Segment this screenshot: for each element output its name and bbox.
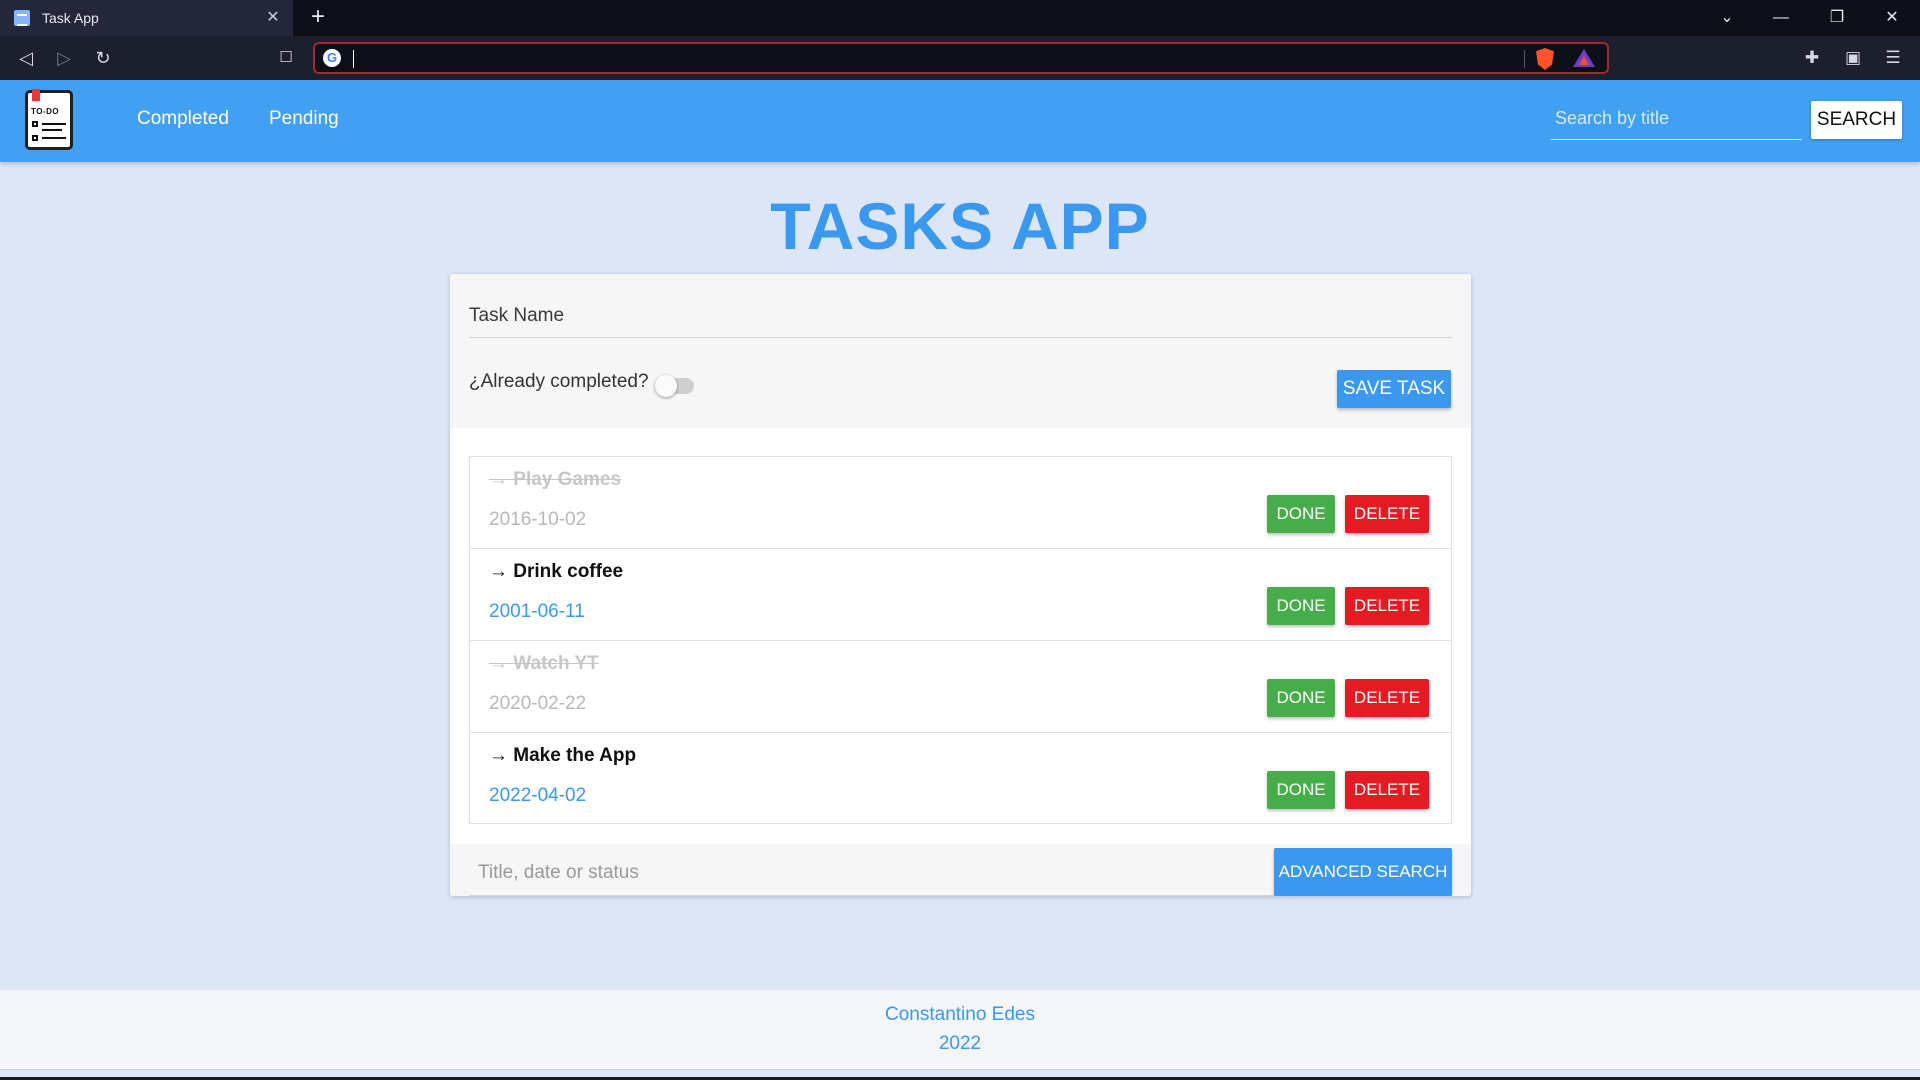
task-item: → Watch YT 2020-02-22 DONE DELETE xyxy=(470,641,1451,733)
tab-search-dropdown-icon[interactable]: ⌄ xyxy=(1713,4,1741,32)
extensions-icon[interactable]: ✚ xyxy=(1798,44,1826,72)
done-button[interactable]: DONE xyxy=(1267,495,1335,533)
tab-title: Task App xyxy=(42,10,99,26)
tab-strip: Task App ✕ + ⌄ — ❐ ✕ xyxy=(0,0,1920,36)
google-icon: G xyxy=(323,49,341,67)
task-title: → Make the App xyxy=(489,745,637,766)
task-title: → Watch YT xyxy=(489,653,599,674)
footer-author: Constantino Edes xyxy=(885,1004,1035,1025)
task-date: 2022-04-02 xyxy=(489,785,587,806)
browser-tab[interactable]: Task App ✕ xyxy=(0,0,293,36)
todo-logo-icon[interactable]: TO-DO xyxy=(25,89,73,150)
task-title: → Drink coffee xyxy=(489,561,624,582)
address-bar[interactable]: G xyxy=(313,42,1609,74)
page-viewport: TO-DO Completed Pending SEARCH TASKS APP… xyxy=(0,80,1920,1080)
task-list: → Play Games 2016-10-02 DONE DELETE → Dr… xyxy=(469,456,1452,824)
advanced-search-input[interactable] xyxy=(469,850,1285,895)
new-tab-icon[interactable]: + xyxy=(306,5,330,30)
done-button[interactable]: DONE xyxy=(1267,771,1335,809)
done-button[interactable]: DONE xyxy=(1267,587,1335,625)
already-completed-label: ¿Already completed? xyxy=(469,371,649,392)
nav-search-button[interactable]: SEARCH xyxy=(1811,101,1902,139)
nav-link-completed[interactable]: Completed xyxy=(137,108,229,130)
brave-rewards-icon[interactable] xyxy=(1573,49,1595,67)
page-footer: Constantino Edes 2022 xyxy=(0,990,1920,1070)
delete-button[interactable]: DELETE xyxy=(1345,771,1429,809)
task-name-field xyxy=(469,294,1452,338)
reload-icon[interactable]: ↻ xyxy=(89,44,117,72)
new-task-form: ¿Already completed? SAVE TASK xyxy=(450,274,1471,428)
task-date: 2020-02-22 xyxy=(489,693,587,714)
tab-close-icon[interactable]: ✕ xyxy=(263,8,283,28)
footer-year: 2022 xyxy=(938,1033,982,1054)
browser-toolbar: ◁ ▷ ↻ ☐ G ✚ ▣ ☰ xyxy=(0,36,1920,80)
nav-link-pending[interactable]: Pending xyxy=(269,108,339,130)
restore-icon[interactable]: ❐ xyxy=(1823,4,1851,32)
advanced-search-field xyxy=(469,850,1285,896)
menu-icon[interactable]: ☰ xyxy=(1879,44,1907,72)
address-bar-separator xyxy=(1524,50,1525,68)
task-item: → Play Games 2016-10-02 DONE DELETE xyxy=(470,457,1451,549)
app-navbar: TO-DO Completed Pending SEARCH xyxy=(0,80,1920,162)
toggle-knob xyxy=(655,375,677,397)
bookmark-icon[interactable]: ☐ xyxy=(272,44,300,72)
already-completed-toggle[interactable] xyxy=(655,375,694,397)
nav-search-input[interactable] xyxy=(1551,98,1802,139)
task-item: → Drink coffee 2001-06-11 DONE DELETE xyxy=(470,549,1451,641)
logo-text: TO-DO xyxy=(31,107,60,116)
back-icon[interactable]: ◁ xyxy=(12,44,40,72)
brave-shields-icon[interactable] xyxy=(1536,48,1554,70)
task-name-input[interactable] xyxy=(469,294,1452,337)
done-button[interactable]: DONE xyxy=(1267,679,1335,717)
minimize-icon[interactable]: — xyxy=(1767,4,1795,32)
save-task-button[interactable]: SAVE TASK xyxy=(1337,370,1451,408)
text-caret xyxy=(353,50,354,68)
browser-chrome: Task App ✕ + ⌄ — ❐ ✕ ◁ ▷ ↻ ☐ G ✚ ▣ ☰ xyxy=(0,0,1920,80)
task-item: → Make the App 2022-04-02 DONE DELETE xyxy=(470,733,1451,825)
wallet-icon[interactable]: ▣ xyxy=(1839,44,1867,72)
task-date: 2001-06-11 xyxy=(489,601,585,622)
forward-icon[interactable]: ▷ xyxy=(50,44,78,72)
delete-button[interactable]: DELETE xyxy=(1345,679,1429,717)
delete-button[interactable]: DELETE xyxy=(1345,587,1429,625)
page-title: TASKS APP xyxy=(770,189,1150,263)
tab-favicon-icon xyxy=(14,10,30,26)
window-close-icon[interactable]: ✕ xyxy=(1878,4,1906,32)
task-title: → Play Games xyxy=(489,469,622,490)
task-date: 2016-10-02 xyxy=(489,509,587,530)
tasks-card: ¿Already completed? SAVE TASK → Play Gam… xyxy=(450,274,1471,896)
advanced-search-bar: ADVANCED SEARCH xyxy=(450,844,1471,896)
nav-search-field xyxy=(1551,98,1802,140)
advanced-search-button[interactable]: ADVANCED SEARCH xyxy=(1274,848,1452,896)
delete-button[interactable]: DELETE xyxy=(1345,495,1429,533)
